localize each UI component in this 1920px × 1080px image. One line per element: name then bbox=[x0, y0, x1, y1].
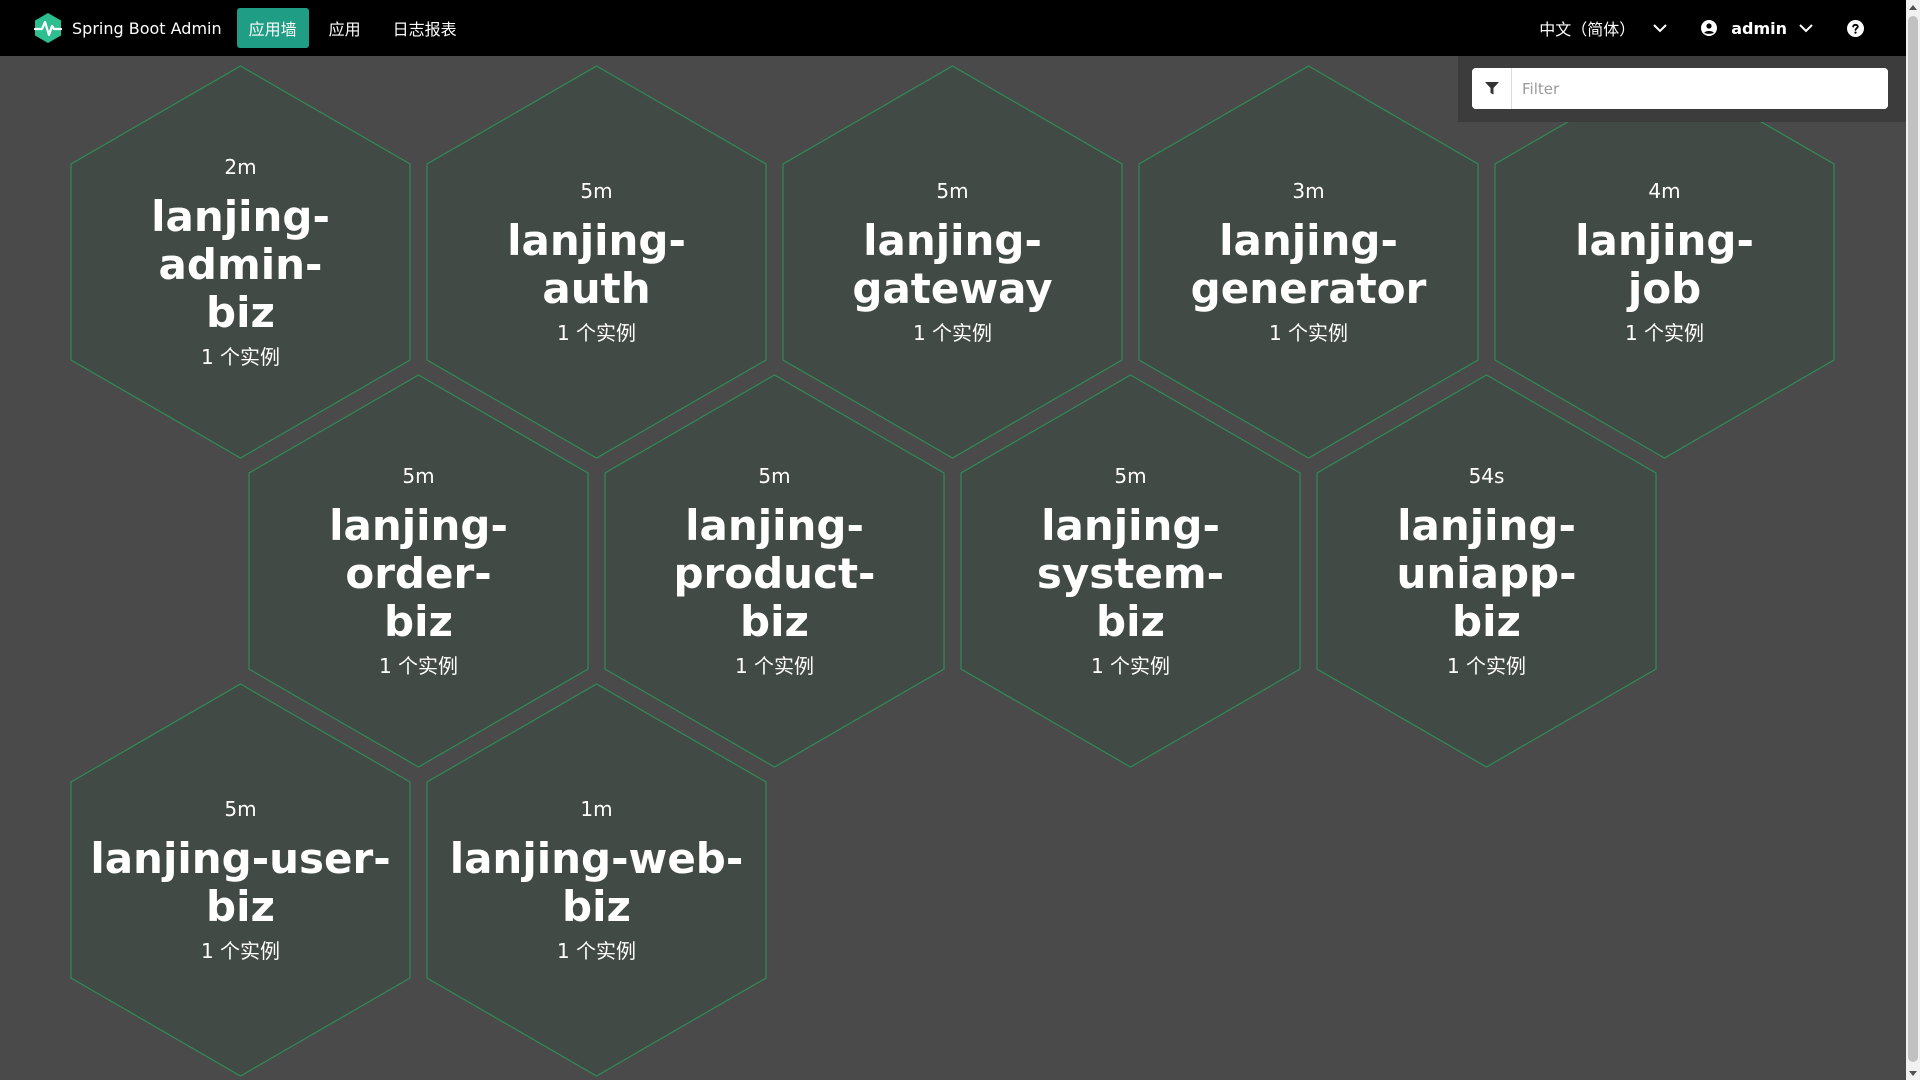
language-select[interactable]: 中文（简体） bbox=[1539, 16, 1667, 40]
tab-journal-report[interactable]: 日志报表 bbox=[381, 8, 469, 48]
app-instance-count: 1 个实例 bbox=[200, 344, 281, 369]
app-uptime: 5m bbox=[758, 463, 791, 488]
app-name: lanjing-auth bbox=[507, 215, 686, 313]
application-hex[interactable]: 54s lanjing-uniapp-biz 1 个实例 bbox=[1316, 374, 1657, 768]
filter-panel bbox=[1458, 56, 1906, 122]
app-uptime: 5m bbox=[580, 178, 613, 203]
app-name: lanjing-admin-biz bbox=[151, 191, 330, 337]
app-instance-count: 1 个实例 bbox=[1624, 320, 1705, 345]
app-instance-count: 1 个实例 bbox=[1268, 320, 1349, 345]
filter-box bbox=[1472, 68, 1888, 109]
chevron-down-icon bbox=[1653, 24, 1667, 33]
app-instance-count: 1 个实例 bbox=[378, 653, 459, 678]
hex-content: 54s lanjing-uniapp-biz 1 个实例 bbox=[1316, 374, 1657, 768]
app-instance-count: 1 个实例 bbox=[912, 320, 993, 345]
app-uptime: 2m bbox=[224, 154, 257, 179]
app-uptime: 3m bbox=[1292, 178, 1325, 203]
scroll-down-arrow-icon[interactable] bbox=[1906, 1066, 1920, 1080]
app-name: lanjing-system-biz bbox=[1036, 500, 1225, 646]
user-name: admin bbox=[1731, 18, 1787, 38]
nav-tabs: 应用墙 应用 日志报表 bbox=[236, 8, 477, 48]
filter-input[interactable] bbox=[1512, 68, 1888, 109]
help-icon[interactable] bbox=[1847, 19, 1864, 37]
app-uptime: 5m bbox=[224, 796, 257, 821]
app-instance-count: 1 个实例 bbox=[556, 938, 637, 963]
application-hex[interactable]: 5m lanjing-system-biz 1 个实例 bbox=[960, 374, 1301, 768]
chevron-down-icon bbox=[1799, 24, 1813, 33]
app-name: lanjing-uniapp-biz bbox=[1396, 500, 1577, 646]
app-uptime: 4m bbox=[1648, 178, 1681, 203]
app-uptime: 54s bbox=[1468, 463, 1505, 488]
filter-funnel-icon bbox=[1484, 82, 1499, 95]
hex-content: 5m lanjing-user-biz 1 个实例 bbox=[70, 683, 411, 1077]
user-menu[interactable]: admin bbox=[1701, 19, 1813, 38]
hex-content: 1m lanjing-web-biz 1 个实例 bbox=[426, 683, 767, 1077]
app-name: lanjing-gateway bbox=[852, 215, 1053, 313]
scroll-up-arrow-icon[interactable] bbox=[1906, 0, 1920, 14]
app-instance-count: 1 个实例 bbox=[1446, 653, 1527, 678]
app-name: lanjing-generator bbox=[1190, 215, 1427, 313]
filter-icon-addon bbox=[1472, 68, 1512, 109]
brand-name: Spring Boot Admin bbox=[72, 18, 222, 38]
app-instance-count: 1 个实例 bbox=[734, 653, 815, 678]
app-name: lanjing-job bbox=[1575, 215, 1754, 313]
heartbeat-logo-icon bbox=[33, 13, 63, 43]
app-instance-count: 1 个实例 bbox=[1090, 653, 1171, 678]
tab-applications[interactable]: 应用 bbox=[317, 8, 373, 48]
app-name: lanjing-user-biz bbox=[90, 833, 391, 931]
app-instance-count: 1 个实例 bbox=[556, 320, 637, 345]
app-uptime: 5m bbox=[1114, 463, 1147, 488]
scrollbar-thumb[interactable] bbox=[1908, 16, 1918, 1062]
navbar-right: 中文（简体） admin bbox=[1539, 0, 1906, 56]
app-instance-count: 1 个实例 bbox=[200, 938, 281, 963]
app-uptime: 5m bbox=[936, 178, 969, 203]
app-name: lanjing-product-biz bbox=[673, 500, 876, 646]
user-circle-icon bbox=[1701, 20, 1718, 36]
language-label: 中文（简体） bbox=[1539, 20, 1636, 39]
application-hex[interactable]: 5m lanjing-user-biz 1 个实例 bbox=[70, 683, 411, 1077]
app-name: lanjing-order-biz bbox=[329, 500, 508, 646]
application-wallboard: 2m lanjing-admin-biz 1 个实例 5m lanjing-auth 1 … bbox=[0, 56, 1906, 1080]
app-name: lanjing-web-biz bbox=[449, 833, 744, 931]
brand-link[interactable]: Spring Boot Admin bbox=[32, 0, 222, 56]
tab-wallboard[interactable]: 应用墙 bbox=[236, 8, 309, 48]
app-uptime: 1m bbox=[580, 796, 613, 821]
top-navbar: Spring Boot Admin 应用墙 应用 日志报表 中文（简体） adm… bbox=[0, 0, 1906, 56]
vertical-scrollbar[interactable] bbox=[1906, 0, 1920, 1080]
hex-content: 5m lanjing-system-biz 1 个实例 bbox=[960, 374, 1301, 768]
app-uptime: 5m bbox=[402, 463, 435, 488]
application-hex[interactable]: 1m lanjing-web-biz 1 个实例 bbox=[426, 683, 767, 1077]
